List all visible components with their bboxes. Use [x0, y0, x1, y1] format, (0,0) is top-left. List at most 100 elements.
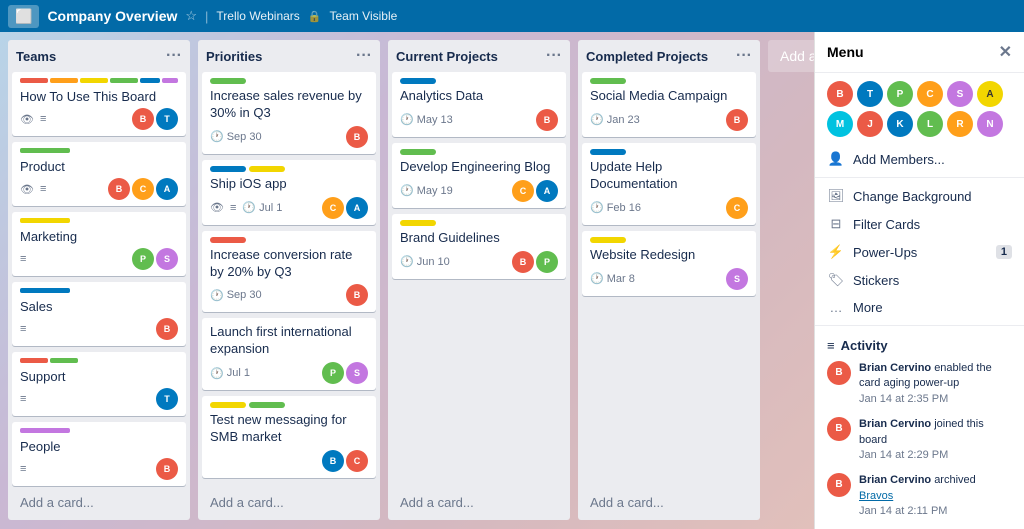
team-icons: ≡ — [20, 463, 26, 475]
list-item[interactable]: How To Use This Board 👁 ≡ B T — [12, 72, 186, 136]
list-item[interactable]: Develop Engineering Blog 🕐 May 19 C A — [392, 143, 566, 208]
card-avatars: B — [726, 109, 748, 131]
avatar[interactable]: M — [827, 111, 853, 137]
completed-projects-list-more[interactable]: ··· — [736, 48, 752, 64]
avatar[interactable]: A — [977, 81, 1003, 107]
card-title: Launch first international expansion — [210, 324, 368, 358]
list-item[interactable]: Increase sales revenue by 30% in Q3 🕐 Se… — [202, 72, 376, 154]
clock-icon: 🕐 — [210, 367, 224, 380]
clock-icon: 🕐 — [210, 130, 224, 143]
card-avatars: B — [156, 318, 178, 340]
card-labels — [590, 149, 748, 155]
avatar[interactable]: S — [947, 81, 973, 107]
change-background-label: Change Background — [853, 189, 972, 204]
completed-projects-add-card[interactable]: Add a card... — [582, 489, 756, 516]
card-meta: 🕐 Feb 16 C — [590, 197, 748, 219]
priorities-add-card[interactable]: Add a card... — [202, 489, 376, 516]
priorities-list-header: Priorities ··· — [198, 40, 380, 72]
list-item[interactable]: Website Redesign 🕐 Mar 8 S — [582, 231, 756, 296]
list-item[interactable]: Product 👁 ≡ B C A — [12, 142, 186, 206]
avatar[interactable]: B — [827, 81, 853, 107]
avatar[interactable]: N — [977, 111, 1003, 137]
avatar[interactable]: T — [857, 81, 883, 107]
visibility-label[interactable]: Team Visible — [330, 9, 398, 23]
filter-cards-item[interactable]: ⊟ Filter Cards — [815, 210, 1024, 238]
add-members-item[interactable]: 👤 Add Members... — [815, 145, 1024, 173]
more-icon: … — [827, 300, 845, 315]
list-item[interactable]: Increase conversion rate by 20% by Q3 🕐 … — [202, 231, 376, 313]
power-ups-badge: 1 — [996, 245, 1012, 259]
priorities-list-title: Priorities — [206, 49, 262, 64]
card-title: Test new messaging for SMB market — [210, 412, 368, 446]
more-item[interactable]: … More — [815, 294, 1024, 321]
activity-text: Brian Cervino joined this board Jan 14 a… — [859, 417, 1012, 463]
card-avatars: B P — [512, 251, 558, 273]
card-labels — [590, 237, 748, 243]
team-card-title: Support — [20, 369, 178, 384]
card-labels — [400, 220, 558, 226]
activity-avatar: B — [827, 473, 851, 497]
card-labels — [210, 237, 368, 243]
avatar: T — [156, 108, 178, 130]
list-item[interactable]: Support ≡ T — [12, 352, 186, 416]
avatar: S — [726, 268, 748, 290]
change-background-item[interactable]: 🖼 Change Background — [815, 182, 1024, 210]
avatar[interactable]: P — [887, 81, 913, 107]
teams-list-more[interactable]: ··· — [166, 48, 182, 64]
image-icon: 🖼 — [827, 188, 845, 204]
current-projects-list-title: Current Projects — [396, 49, 498, 64]
list-item[interactable]: Marketing ≡ P S — [12, 212, 186, 276]
team-bars — [20, 288, 178, 293]
list-item[interactable]: Brand Guidelines 🕐 Jun 10 B P — [392, 214, 566, 279]
card-labels — [400, 149, 558, 155]
board-title[interactable]: Company Overview — [47, 8, 177, 24]
card-date: 🕐 Sep 30 — [210, 289, 262, 302]
app-logo[interactable]: ⬜ — [8, 5, 39, 28]
list-item[interactable]: Update Help Documentation 🕐 Feb 16 C — [582, 143, 756, 225]
list-item[interactable]: Analytics Data 🕐 May 13 B — [392, 72, 566, 137]
avatar: B — [726, 109, 748, 131]
lightning-icon: ⚡ — [827, 244, 845, 260]
list-item[interactable]: Ship iOS app 👁 ≡ 🕐 Jul 1 C A — [202, 160, 376, 225]
card-avatars: B — [346, 284, 368, 306]
current-projects-list-header: Current Projects ··· — [388, 40, 570, 72]
avatar[interactable]: R — [947, 111, 973, 137]
list-item[interactable]: Sales ≡ B — [12, 282, 186, 346]
card-labels — [210, 402, 368, 408]
close-icon[interactable]: ✕ — [999, 42, 1012, 62]
lines-icon: ≡ — [40, 183, 46, 195]
list-item[interactable]: Test new messaging for SMB market B C — [202, 396, 376, 478]
card-date: 🕐 May 13 — [400, 113, 453, 126]
list-item[interactable]: Launch first international expansion 🕐 J… — [202, 318, 376, 390]
add-members-label: Add Members... — [853, 152, 945, 167]
lock-icon: 🔒 — [308, 10, 322, 23]
avatar[interactable]: J — [857, 111, 883, 137]
avatar: C — [726, 197, 748, 219]
lists-container: Teams ··· How To Use This Board — [0, 32, 814, 529]
add-list-button[interactable]: Add a list... — [768, 40, 814, 72]
team-bars — [20, 148, 178, 153]
panel-divider — [815, 177, 1024, 178]
current-projects-list-more[interactable]: ··· — [546, 48, 562, 64]
avatar: S — [346, 362, 368, 384]
activity-title: ≡ Activity — [827, 338, 1012, 353]
list-item[interactable]: People ≡ B — [12, 422, 186, 486]
list-item[interactable]: Social Media Campaign 🕐 Jan 23 B — [582, 72, 756, 137]
activity-link[interactable]: Bravos — [859, 490, 893, 502]
team-card-title: Sales — [20, 299, 178, 314]
card-avatars: B C A — [108, 178, 178, 200]
power-ups-item[interactable]: ⚡ Power-Ups 1 — [815, 238, 1024, 266]
avatar[interactable]: K — [887, 111, 913, 137]
avatar[interactable]: L — [917, 111, 943, 137]
card-avatars: B — [346, 126, 368, 148]
priorities-list-more[interactable]: ··· — [356, 48, 372, 64]
avatar[interactable]: C — [917, 81, 943, 107]
power-ups-label: Power-Ups — [853, 245, 917, 260]
stickers-item[interactable]: 🏷 Stickers — [815, 266, 1024, 294]
teams-add-card[interactable]: Add a card... — [12, 489, 186, 516]
star-icon[interactable]: ☆ — [185, 8, 197, 24]
board: Teams ··· How To Use This Board — [0, 32, 1024, 529]
avatar: B — [346, 126, 368, 148]
current-projects-add-card[interactable]: Add a card... — [392, 489, 566, 516]
trello-link[interactable]: Trello Webinars — [216, 9, 299, 23]
